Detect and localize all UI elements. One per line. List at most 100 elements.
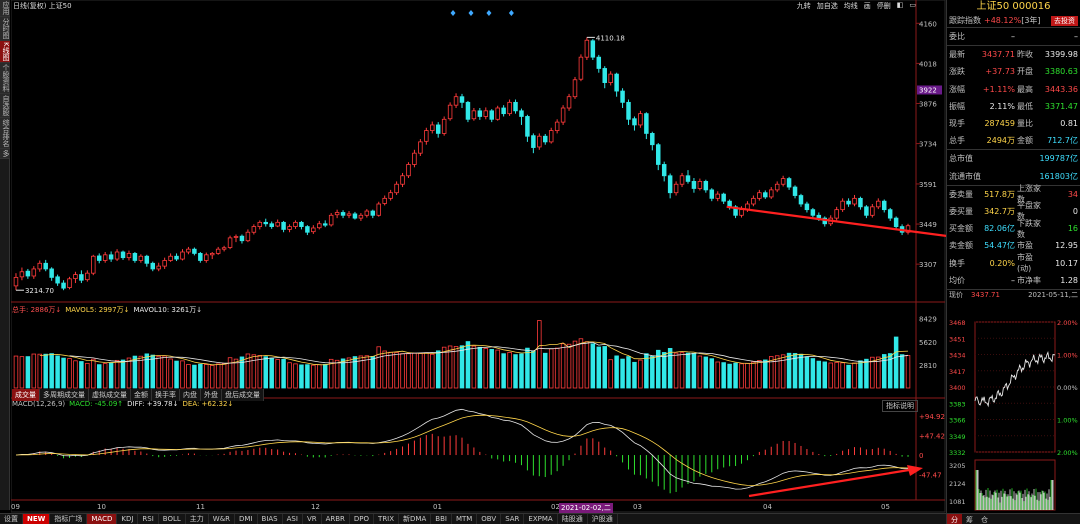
candle-body [715, 193, 720, 199]
intraday-mini-chart[interactable]: 3468 3451 3434 3417 3400 3383 3366 3349 3332 2.00… [947, 318, 1080, 513]
side-tab-5[interactable]: 综合排名 [0, 117, 10, 149]
candle-body [661, 164, 667, 177]
volume-bar [620, 358, 625, 389]
quote-label: 均价 [949, 275, 965, 285]
macd-legend-item: DEA: +62.32↓ [182, 400, 234, 408]
volume-bar [388, 351, 393, 389]
mini-price-line [974, 351, 1056, 408]
quote-value: 199787亿 [1039, 154, 1078, 164]
volume-bar [281, 358, 286, 389]
indicator-tab-10[interactable]: BIAS [258, 514, 283, 524]
candle-body [626, 101, 631, 120]
volume-bar [596, 346, 602, 389]
volume-bar [287, 362, 292, 389]
indicator-tab-9[interactable]: DMI [235, 514, 258, 524]
indicator-tab-2[interactable]: 指标广场 [50, 514, 88, 524]
candle-body [334, 212, 340, 216]
volume-bar [626, 356, 631, 389]
indicator-tab-16[interactable]: 新DMA [399, 514, 432, 524]
volume-bar [96, 364, 102, 389]
volume-bar [513, 354, 518, 389]
side-tab-2[interactable]: K线图 [0, 41, 10, 63]
indicator-tab-21[interactable]: EXPMA [524, 514, 558, 524]
low-label: 3214.70 [25, 287, 54, 295]
signal-diamond-icon [468, 10, 474, 16]
indicator-tab-5[interactable]: RSI [138, 514, 159, 524]
date-tick: 01 [433, 503, 442, 511]
volume-bar [554, 347, 560, 389]
candle-body [667, 175, 673, 194]
quote-rows: 最新 3437.71 昨收 3399.98 涨跌 +37.73 开盘 3380.63 涨幅 +1.… [947, 45, 1080, 149]
indicator-tab-8[interactable]: W&R [209, 514, 236, 524]
volume-bar [739, 363, 744, 389]
candle-body [215, 248, 221, 254]
candle-body [31, 268, 37, 277]
indicator-tab-17[interactable]: BBI [431, 514, 452, 524]
candle-body [471, 110, 477, 120]
candle-body [49, 268, 54, 278]
indicator-tab-0[interactable]: 设置 [0, 514, 23, 524]
candle-body [96, 255, 102, 261]
indicator-tab-4[interactable]: KDJ [117, 514, 139, 524]
side-tab-0[interactable]: 应用 [0, 0, 10, 17]
indicator-tab-3[interactable]: MACD [87, 514, 118, 524]
volume-bar [299, 364, 304, 389]
price-tick-label: 3449 [919, 221, 937, 229]
quote-value: 3437.71 [981, 50, 1015, 60]
invest-button[interactable]: 去投资 [1051, 15, 1078, 26]
mini-tab-0[interactable]: 分 [947, 514, 962, 524]
mini-y-label: 3349 [949, 433, 966, 441]
quote-label: 最高 [1017, 84, 1033, 94]
volume-bar [180, 360, 185, 389]
side-tab-1[interactable]: 分时图 [0, 17, 10, 41]
weibi-value: – [1011, 32, 1015, 42]
quote-row: 买金额 82.06亿 下跌家数 16 [947, 219, 1080, 239]
volume-bar [602, 346, 607, 389]
volume-legend: 总手: 2886万↓ MAVOL5: 2997万↓ MAVOL10: 3261万↓ [12, 305, 206, 315]
candle-body [703, 181, 709, 191]
volume-bar [471, 345, 477, 389]
candle-body [79, 274, 84, 281]
mini-y-label: 3468 [949, 319, 966, 327]
mini-tab-1[interactable]: 筹 [962, 514, 977, 524]
quote-label: 市盈(动) [1017, 253, 1033, 274]
candle-body [430, 124, 435, 131]
volume-tick-label: 8429 [919, 316, 937, 324]
indicator-tab-6[interactable]: BOLL [159, 514, 186, 524]
indicator-tab-1[interactable]: NEW [23, 514, 51, 524]
candle-body [418, 141, 423, 154]
indicator-tab-22[interactable]: 陆股通 [558, 514, 588, 524]
candle-body [483, 110, 489, 117]
weibi-label: 委比 [949, 32, 965, 42]
indicator-tab-11[interactable]: ASI [283, 514, 303, 524]
indicator-help-button[interactable]: 指标说明 [882, 400, 918, 412]
indicator-tab-23[interactable]: 沪股通 [588, 514, 618, 524]
candle-body [221, 247, 227, 250]
mini-y-label: 3332 [949, 449, 966, 457]
mini-tab-2[interactable]: 仓 [977, 514, 992, 524]
side-tab-3[interactable]: 个股资料 [0, 62, 10, 94]
volume-bar [590, 343, 596, 389]
volume-bar [501, 353, 506, 389]
indicator-tab-20[interactable]: SAR [501, 514, 525, 524]
indicator-tab-12[interactable]: VR [303, 514, 322, 524]
indicator-tab-13[interactable]: ARBR [322, 514, 350, 524]
indicator-tab-7[interactable]: 主力 [186, 514, 209, 524]
main-chart-area[interactable]: 4160 4018 3876 3734 3591 3449 3307 3922 4110.18 3… [11, 0, 946, 513]
indicator-tab-14[interactable]: DPO [350, 514, 375, 524]
candle-body [73, 274, 78, 279]
quote-label: 最新 [949, 50, 965, 60]
side-tab-6[interactable]: 多 [0, 148, 10, 159]
indicator-tab-18[interactable]: MTM [452, 514, 478, 524]
quote-label: 总市值 [949, 154, 973, 164]
market-cap-rows: 总市值 199787亿 流通市值 161803亿 [947, 149, 1080, 184]
indicator-tab-15[interactable]: TRIX [374, 514, 400, 524]
indicator-tab-19[interactable]: OBV [477, 514, 502, 524]
candle-body [251, 226, 257, 233]
candle-body [870, 206, 875, 216]
mini-vol-label: 3205 [949, 462, 966, 470]
side-tab-4[interactable]: 自选股 [0, 93, 10, 118]
candle-body [804, 203, 810, 211]
candle-body [489, 110, 494, 120]
quote-label: 最低 [1017, 101, 1033, 111]
